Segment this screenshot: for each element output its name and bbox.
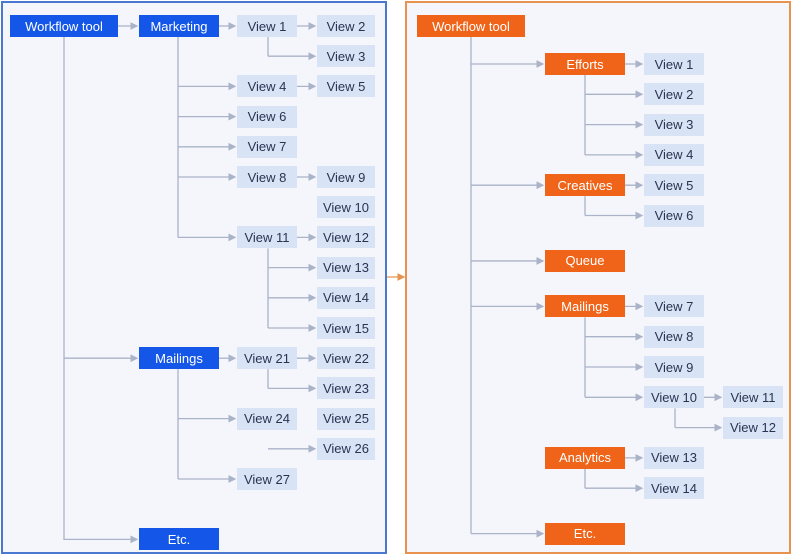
view-node[interactable]: View 11 xyxy=(723,386,783,409)
view-node[interactable]: View 13 xyxy=(644,446,704,469)
view-node[interactable]: View 4 xyxy=(237,75,297,98)
node-label: Queue xyxy=(565,253,605,269)
node-label: View 14 xyxy=(322,290,369,306)
view-node[interactable]: View 5 xyxy=(317,75,375,98)
node-label: View 12 xyxy=(729,420,776,436)
view-node[interactable]: View 11 xyxy=(237,226,297,249)
view-node[interactable]: View 3 xyxy=(317,45,375,68)
right-section-etc[interactable]: Etc. xyxy=(545,522,625,545)
node-label: Workflow tool xyxy=(25,18,103,34)
node-label: View 25 xyxy=(322,411,369,427)
node-label: Etc. xyxy=(167,531,191,547)
view-node[interactable]: View 10 xyxy=(317,196,375,219)
right-section-mailings[interactable]: Mailings xyxy=(545,295,625,318)
view-node[interactable]: View 2 xyxy=(317,15,375,37)
view-node[interactable]: View 12 xyxy=(317,226,375,249)
node-label: View 3 xyxy=(654,117,694,133)
view-node[interactable]: View 14 xyxy=(317,286,375,309)
node-label: View 15 xyxy=(322,320,369,336)
node-label: View 12 xyxy=(322,229,369,245)
node-label: Workflow tool xyxy=(432,18,510,34)
node-label: View 2 xyxy=(654,86,694,102)
view-node[interactable]: View 5 xyxy=(644,174,704,197)
node-label: View 4 xyxy=(247,78,287,94)
right-section-analytics[interactable]: Analytics xyxy=(545,446,625,469)
view-node[interactable]: View 14 xyxy=(644,477,704,500)
node-label: View 8 xyxy=(247,169,287,185)
node-label: View 13 xyxy=(650,450,697,466)
node-label: View 10 xyxy=(650,389,697,405)
left-section-etc[interactable]: Etc. xyxy=(139,528,219,551)
view-node[interactable]: View 23 xyxy=(317,377,375,400)
node-label: View 11 xyxy=(244,229,290,245)
node-label: View 5 xyxy=(654,177,694,193)
node-label: View 22 xyxy=(322,350,369,366)
view-node[interactable]: View 27 xyxy=(237,468,297,490)
right-section-creatives[interactable]: Creatives xyxy=(545,174,625,197)
node-label: Etc. xyxy=(573,526,597,542)
node-label: View 7 xyxy=(654,298,694,314)
right-section-queue[interactable]: Queue xyxy=(545,249,625,272)
left-section-mailings[interactable]: Mailings xyxy=(139,347,219,370)
node-label: Analytics xyxy=(558,450,612,466)
view-node[interactable]: View 4 xyxy=(644,143,704,166)
view-node[interactable]: View 15 xyxy=(317,317,375,339)
node-label: View 2 xyxy=(326,18,366,34)
node-label: View 1 xyxy=(654,56,694,72)
node-label: View 10 xyxy=(322,199,369,215)
connector-arrow xyxy=(63,37,139,544)
node-label: Marketing xyxy=(150,18,208,34)
left-root-workflow-tool[interactable]: Workflow tool xyxy=(10,15,118,37)
view-node[interactable]: View 2 xyxy=(644,83,704,106)
node-label: View 3 xyxy=(326,48,366,64)
view-node[interactable]: View 8 xyxy=(644,325,704,348)
node-label: View 23 xyxy=(322,380,369,396)
view-node[interactable]: View 10 xyxy=(644,386,704,409)
view-node[interactable]: View 22 xyxy=(317,347,375,370)
node-label: View 4 xyxy=(654,147,694,163)
node-label: View 9 xyxy=(326,169,366,185)
node-label: Efforts xyxy=(566,56,604,72)
view-node[interactable]: View 7 xyxy=(237,135,297,158)
view-node[interactable]: View 7 xyxy=(644,295,704,318)
view-node[interactable]: View 1 xyxy=(237,15,297,37)
node-label: View 1 xyxy=(247,18,287,34)
right-section-efforts[interactable]: Efforts xyxy=(545,53,625,75)
view-node[interactable]: View 26 xyxy=(317,437,375,460)
node-label: Mailings xyxy=(561,298,609,314)
view-node[interactable]: View 6 xyxy=(644,204,704,227)
view-node[interactable]: View 9 xyxy=(317,166,375,188)
view-node[interactable]: View 6 xyxy=(237,105,297,128)
node-label: View 9 xyxy=(654,359,694,375)
node-label: Creatives xyxy=(557,177,613,193)
node-label: View 7 xyxy=(247,139,287,155)
left-section-marketing[interactable]: Marketing xyxy=(139,15,219,37)
node-label: View 24 xyxy=(243,411,290,427)
view-node[interactable]: View 25 xyxy=(317,407,375,430)
node-label: View 8 xyxy=(654,329,694,345)
view-node[interactable]: View 3 xyxy=(644,113,704,136)
node-label: View 27 xyxy=(243,471,290,487)
node-label: Mailings xyxy=(155,350,203,366)
view-node[interactable]: View 1 xyxy=(644,53,704,75)
view-node[interactable]: View 12 xyxy=(723,416,783,439)
node-label: View 21 xyxy=(243,350,290,366)
view-node[interactable]: View 13 xyxy=(317,256,375,279)
node-label: View 13 xyxy=(322,260,369,276)
node-label: View 5 xyxy=(326,78,366,94)
right-root-workflow-tool[interactable]: Workflow tool xyxy=(417,15,525,37)
node-label: View 6 xyxy=(247,109,287,125)
view-node[interactable]: View 21 xyxy=(237,347,297,370)
node-label: View 6 xyxy=(654,208,694,223)
node-label: View 11 xyxy=(730,389,776,405)
node-label: View 14 xyxy=(650,480,697,496)
view-node[interactable]: View 8 xyxy=(237,166,297,188)
node-label: View 26 xyxy=(322,441,369,457)
view-node[interactable]: View 9 xyxy=(644,356,704,378)
view-node[interactable]: View 24 xyxy=(237,407,297,430)
